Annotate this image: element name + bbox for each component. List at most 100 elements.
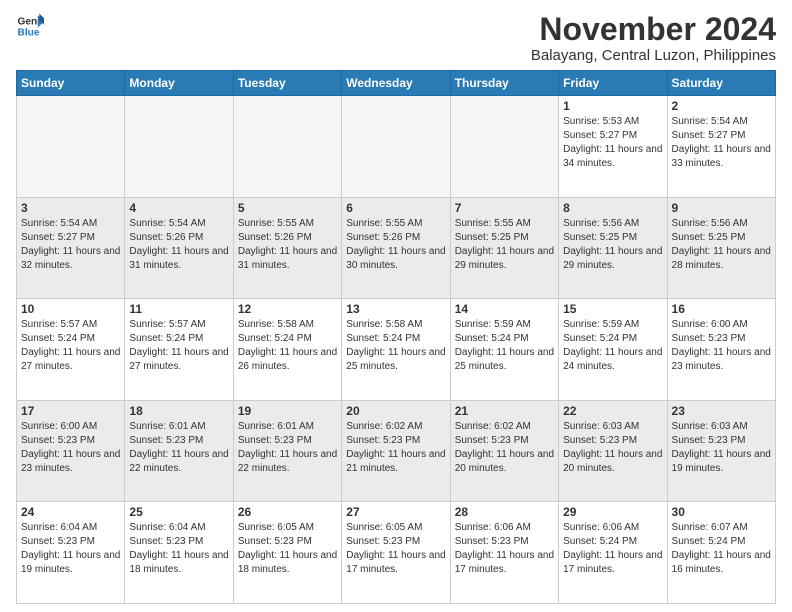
- day-info: Sunrise: 6:07 AMSunset: 5:24 PMDaylight:…: [672, 521, 771, 577]
- day-number: 17: [21, 404, 120, 418]
- calendar-table: SundayMondayTuesdayWednesdayThursdayFrid…: [16, 70, 776, 604]
- calendar-cell: 9 Sunrise: 5:56 AMSunset: 5:25 PMDaylight…: [667, 197, 775, 299]
- day-info: Sunrise: 6:03 AMSunset: 5:23 PMDaylight:…: [563, 420, 662, 476]
- calendar-cell: 29 Sunrise: 6:06 AMSunset: 5:24 PMDayligh…: [559, 502, 667, 604]
- day-number: 13: [346, 302, 445, 316]
- day-info: Sunrise: 5:57 AMSunset: 5:24 PMDaylight:…: [129, 318, 228, 374]
- weekday-header-tuesday: Tuesday: [233, 71, 341, 96]
- calendar-cell: 5Sunrise: 5:55 AMSunset: 5:26 PMDaylight…: [233, 197, 341, 299]
- title-block: November 2024 Balayang, Central Luzon, P…: [531, 12, 776, 64]
- day-info: Sunrise: 5:54 AMSunset: 5:26 PMDaylight:…: [129, 217, 228, 273]
- calendar-cell: 24Sunrise: 6:04 AMSunset: 5:23 PMDayligh…: [17, 502, 125, 604]
- calendar-cell: 10 Sunrise: 5:57 AMSunset: 5:24 PMDayligh…: [17, 299, 125, 401]
- day-number: 28: [455, 505, 554, 519]
- calendar-cell: [233, 96, 341, 198]
- day-number: 21: [455, 404, 554, 418]
- svg-text:Blue: Blue: [18, 27, 40, 38]
- calendar-cell: 4 Sunrise: 5:54 AMSunset: 5:26 PMDaylight…: [125, 197, 233, 299]
- day-info: Sunrise: 6:05 AMSunset: 5:23 PMDaylight:…: [346, 521, 445, 577]
- page: General Blue November 2024 Balayang, Cen…: [0, 0, 792, 612]
- calendar-cell: [342, 96, 450, 198]
- calendar-cell: 15 Sunrise: 5:59 AMSunset: 5:24 PMDayligh…: [559, 299, 667, 401]
- calendar-cell: 20 Sunrise: 6:02 AMSunset: 5:23 PMDayligh…: [342, 400, 450, 502]
- calendar-cell: 18 Sunrise: 6:01 AMSunset: 5:23 PMDayligh…: [125, 400, 233, 502]
- calendar-cell: 2 Sunrise: 5:54 AMSunset: 5:27 PMDaylight…: [667, 96, 775, 198]
- day-number: 24: [21, 505, 120, 519]
- calendar-cell: 19 Sunrise: 6:01 AMSunset: 5:23 PMDayligh…: [233, 400, 341, 502]
- day-info: Sunrise: 6:05 AMSunset: 5:23 PMDaylight:…: [238, 521, 337, 577]
- day-info: Sunrise: 5:55 AMSunset: 5:25 PMDaylight:…: [455, 217, 554, 273]
- calendar-cell: 14Sunrise: 5:59 AMSunset: 5:24 PMDayligh…: [450, 299, 558, 401]
- day-number: 3: [21, 201, 120, 215]
- calendar-cell: 8 Sunrise: 5:56 AMSunset: 5:25 PMDaylight…: [559, 197, 667, 299]
- calendar-cell: 26 Sunrise: 6:05 AMSunset: 5:23 PMDayligh…: [233, 502, 341, 604]
- day-info: Sunrise: 5:53 AMSunset: 5:27 PMDaylight:…: [563, 115, 662, 171]
- day-info: Sunrise: 5:59 AMSunset: 5:24 PMDaylight:…: [563, 318, 662, 374]
- weekday-header-wednesday: Wednesday: [342, 71, 450, 96]
- day-number: 4: [129, 201, 228, 215]
- day-info: Sunrise: 5:56 AMSunset: 5:25 PMDaylight:…: [563, 217, 662, 273]
- calendar-cell: 23 Sunrise: 6:03 AMSunset: 5:23 PMDayligh…: [667, 400, 775, 502]
- calendar-week-row: 10 Sunrise: 5:57 AMSunset: 5:24 PMDayligh…: [17, 299, 776, 401]
- calendar-cell: 3Sunrise: 5:54 AMSunset: 5:27 PMDaylight…: [17, 197, 125, 299]
- day-info: Sunrise: 6:04 AMSunset: 5:23 PMDaylight:…: [129, 521, 228, 577]
- calendar-week-row: 1 Sunrise: 5:53 AMSunset: 5:27 PMDaylight…: [17, 96, 776, 198]
- day-info: Sunrise: 5:55 AMSunset: 5:26 PMDaylight:…: [346, 217, 445, 273]
- weekday-header-monday: Monday: [125, 71, 233, 96]
- day-number: 15: [563, 302, 662, 316]
- calendar-week-row: 24 Sunrise: 6:04 AMSunset: 5:23 PMDayligh…: [17, 502, 776, 604]
- day-info: Sunrise: 5:59 AMSunset: 5:24 PMDaylight:…: [455, 318, 554, 374]
- calendar-week-row: 3Sunrise: 5:54 AMSunset: 5:27 PMDaylight…: [17, 197, 776, 299]
- header: General Blue November 2024 Balayang, Cen…: [16, 12, 776, 64]
- day-number: 7: [455, 201, 554, 215]
- day-info: Sunrise: 6:06 AMSunset: 5:23 PMDaylight:…: [455, 521, 554, 577]
- calendar-cell: 13 Sunrise: 5:58 AMSunset: 5:24 PMDayligh…: [342, 299, 450, 401]
- day-number: 12: [238, 302, 337, 316]
- day-info: Sunrise: 6:02 AMSunset: 5:23 PMDaylight:…: [455, 420, 554, 476]
- calendar-cell: 12 Sunrise: 5:58 AMSunset: 5:24 PMDayligh…: [233, 299, 341, 401]
- calendar-cell: 21 Sunrise: 6:02 AMSunset: 5:23 PMDayligh…: [450, 400, 558, 502]
- day-info: Sunrise: 5:56 AMSunset: 5:25 PMDaylight:…: [672, 217, 771, 273]
- day-number: 23: [672, 404, 771, 418]
- logo-icon: General Blue: [16, 12, 44, 40]
- day-info: Sunrise: 5:57 AMSunset: 5:24 PMDaylight:…: [21, 318, 120, 374]
- location: Balayang, Central Luzon, Philippines: [531, 47, 776, 64]
- day-number: 18: [129, 404, 228, 418]
- day-info: Sunrise: 6:00 AMSunset: 5:23 PMDaylight:…: [21, 420, 120, 476]
- calendar-cell: 17 Sunrise: 6:00 AMSunset: 5:23 PMDayligh…: [17, 400, 125, 502]
- day-number: 8: [563, 201, 662, 215]
- calendar-cell: 22 Sunrise: 6:03 AMSunset: 5:23 PMDayligh…: [559, 400, 667, 502]
- calendar-cell: [17, 96, 125, 198]
- logo: General Blue: [16, 12, 44, 40]
- day-info: Sunrise: 5:55 AMSunset: 5:26 PMDaylight:…: [238, 217, 337, 273]
- calendar-cell: 16 Sunrise: 6:00 AMSunset: 5:23 PMDayligh…: [667, 299, 775, 401]
- day-number: 26: [238, 505, 337, 519]
- calendar-cell: 1 Sunrise: 5:53 AMSunset: 5:27 PMDaylight…: [559, 96, 667, 198]
- day-number: 29: [563, 505, 662, 519]
- weekday-header-saturday: Saturday: [667, 71, 775, 96]
- day-info: Sunrise: 6:03 AMSunset: 5:23 PMDaylight:…: [672, 420, 771, 476]
- day-info: Sunrise: 5:58 AMSunset: 5:24 PMDaylight:…: [346, 318, 445, 374]
- weekday-header-friday: Friday: [559, 71, 667, 96]
- day-number: 1: [563, 99, 662, 113]
- day-number: 10: [21, 302, 120, 316]
- day-number: 20: [346, 404, 445, 418]
- day-info: Sunrise: 5:54 AMSunset: 5:27 PMDaylight:…: [672, 115, 771, 171]
- calendar-week-row: 17 Sunrise: 6:00 AMSunset: 5:23 PMDayligh…: [17, 400, 776, 502]
- weekday-header-row: SundayMondayTuesdayWednesdayThursdayFrid…: [17, 71, 776, 96]
- day-info: Sunrise: 6:01 AMSunset: 5:23 PMDaylight:…: [238, 420, 337, 476]
- day-number: 16: [672, 302, 771, 316]
- day-info: Sunrise: 6:02 AMSunset: 5:23 PMDaylight:…: [346, 420, 445, 476]
- day-info: Sunrise: 6:01 AMSunset: 5:23 PMDaylight:…: [129, 420, 228, 476]
- month-title: November 2024: [531, 12, 776, 47]
- calendar-cell: 30Sunrise: 6:07 AMSunset: 5:24 PMDayligh…: [667, 502, 775, 604]
- calendar-cell: [125, 96, 233, 198]
- day-info: Sunrise: 6:06 AMSunset: 5:24 PMDaylight:…: [563, 521, 662, 577]
- calendar-cell: 27Sunrise: 6:05 AMSunset: 5:23 PMDayligh…: [342, 502, 450, 604]
- day-number: 2: [672, 99, 771, 113]
- day-number: 19: [238, 404, 337, 418]
- day-info: Sunrise: 5:58 AMSunset: 5:24 PMDaylight:…: [238, 318, 337, 374]
- day-number: 22: [563, 404, 662, 418]
- day-number: 9: [672, 201, 771, 215]
- day-info: Sunrise: 6:00 AMSunset: 5:23 PMDaylight:…: [672, 318, 771, 374]
